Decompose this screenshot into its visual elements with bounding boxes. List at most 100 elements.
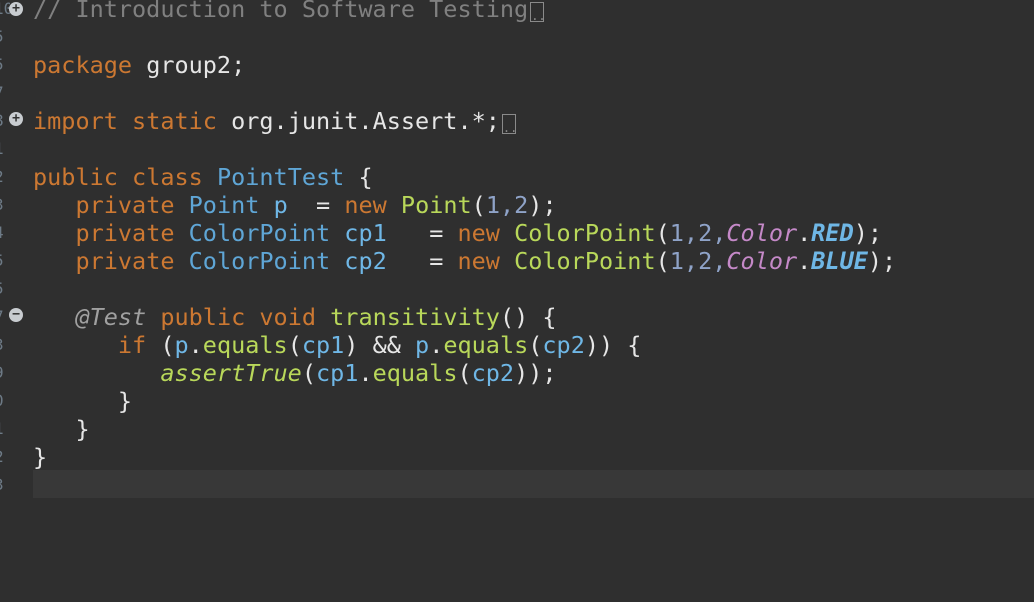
field-ref: cp1 — [315, 359, 359, 387]
paren: ( — [301, 359, 316, 387]
type-name: ColorPoint — [188, 219, 331, 247]
line-number: 0 — [0, 387, 10, 415]
code-line-field-cp1[interactable]: private ColorPoint cp1 = new ColorPoint(… — [33, 219, 882, 247]
code-line-package[interactable]: package group2; — [33, 51, 245, 79]
paren: ( — [287, 331, 302, 359]
line-number: 5 — [0, 51, 10, 79]
package-name: group2; — [132, 51, 246, 79]
dot: . — [429, 331, 444, 359]
line-number-gutter: 10 + 5 5 7 8 + 1 2 3 4 5 5 7 − 3 9 0 1 2… — [0, 0, 28, 602]
paren-close: ); — [867, 247, 897, 275]
field-name: cp1 — [344, 219, 387, 247]
code-line-field-p[interactable]: private Point p = new Point(1,2); — [33, 191, 557, 219]
code-line-class-decl[interactable]: public class PointTest { — [33, 163, 373, 191]
dot: . — [358, 359, 373, 387]
paren-close: ); — [853, 219, 883, 247]
class-reference: Color — [726, 247, 798, 275]
number: 1 — [485, 191, 500, 219]
line-number: 7 — [0, 79, 10, 107]
operator: = — [386, 247, 458, 275]
keyword: class — [132, 163, 203, 191]
keyword: public — [160, 303, 246, 331]
method-name: transitivity — [330, 303, 500, 331]
number: 2 — [698, 219, 713, 247]
current-line-highlight — [33, 470, 1034, 498]
annotation: @Test — [75, 303, 147, 331]
number: 2 — [698, 247, 713, 275]
class-name: PointTest — [216, 163, 345, 191]
line-number: 5 — [0, 275, 10, 303]
paren: ( — [146, 331, 175, 359]
paren: ( — [655, 219, 670, 247]
folded-imports-marker[interactable]: .. — [501, 114, 517, 135]
code-line-close-class[interactable]: } — [33, 443, 47, 471]
paren: ( — [528, 331, 543, 359]
keyword: private — [75, 219, 175, 247]
method-call: equals — [443, 331, 529, 359]
comma: , — [683, 219, 699, 247]
class-reference: Color — [726, 219, 798, 247]
field-ref: cp2 — [471, 359, 515, 387]
constructor-name: ColorPoint — [514, 219, 656, 247]
paren: ( — [457, 359, 472, 387]
constant-name: RED — [811, 219, 854, 247]
code-line-if[interactable]: if (p.equals(cp1) && p.equals(cp2)) { — [33, 331, 642, 359]
method-call: equals — [202, 331, 288, 359]
fold-collapse-icon[interactable]: − — [9, 308, 23, 322]
dot: . — [797, 219, 812, 247]
field-ref: cp1 — [301, 331, 345, 359]
code-line-close-if[interactable]: } — [33, 387, 132, 415]
paren-close: ) — [344, 331, 359, 359]
static-method-call: assertTrue — [160, 359, 302, 387]
brace: } — [33, 443, 48, 471]
comma: , — [712, 219, 727, 247]
number: 1 — [669, 247, 684, 275]
line-number: 1 — [0, 135, 10, 163]
code-line-close-method[interactable]: } — [33, 415, 90, 443]
import-path: org.junit.Assert.*; — [216, 107, 500, 135]
parens-brace: () { — [499, 303, 557, 331]
paren-close: )); — [514, 359, 557, 387]
line-number: 5 — [0, 23, 10, 51]
line-number: 3 — [0, 191, 10, 219]
comma: , — [712, 247, 727, 275]
brace: } — [75, 415, 90, 443]
line-number: 3 — [0, 471, 10, 499]
keyword: new — [457, 247, 500, 275]
code-line-comment[interactable]: // Introduction to Software Testing.. — [33, 0, 546, 23]
type-name: Point — [188, 191, 260, 219]
keyword: static — [132, 107, 217, 135]
dot: . — [797, 247, 812, 275]
folded-comment-marker[interactable]: .. — [530, 2, 546, 23]
line-number: 5 — [0, 247, 10, 275]
code-line-field-cp2[interactable]: private ColorPoint cp2 = new ColorPoint(… — [33, 247, 896, 275]
code-editor[interactable]: 10 + 5 5 7 8 + 1 2 3 4 5 5 7 − 3 9 0 1 2… — [0, 0, 1034, 602]
operator: && — [358, 331, 416, 359]
constructor-name: Point — [400, 191, 472, 219]
fold-expand-icon[interactable]: + — [9, 2, 23, 16]
line-number: 9 — [0, 359, 10, 387]
comma: , — [683, 247, 699, 275]
code-line-import[interactable]: import static org.junit.Assert.*;.. — [33, 107, 517, 135]
field-name: p — [273, 191, 288, 219]
operator: = — [386, 219, 458, 247]
paren-close-brace: )) { — [584, 331, 642, 359]
dot: . — [188, 331, 203, 359]
keyword: void — [259, 303, 316, 331]
paren: ( — [655, 247, 670, 275]
brace: } — [117, 387, 133, 415]
constructor-name: ColorPoint — [514, 247, 656, 275]
keyword: if — [117, 331, 147, 359]
keyword: private — [75, 247, 175, 275]
keyword: package — [33, 51, 133, 79]
code-line-assert[interactable]: assertTrue(cp1.equals(cp2)); — [33, 359, 557, 387]
code-line-method-decl[interactable]: @Test public void transitivity() { — [33, 303, 557, 331]
field-ref: cp2 — [542, 331, 585, 359]
number: 1 — [669, 219, 684, 247]
paren: ( — [471, 191, 486, 219]
constant-name: BLUE — [811, 247, 868, 275]
fold-expand-icon[interactable]: + — [9, 112, 23, 126]
field-ref: p — [415, 331, 430, 359]
paren-close: ); — [528, 191, 557, 219]
keyword: private — [75, 191, 175, 219]
